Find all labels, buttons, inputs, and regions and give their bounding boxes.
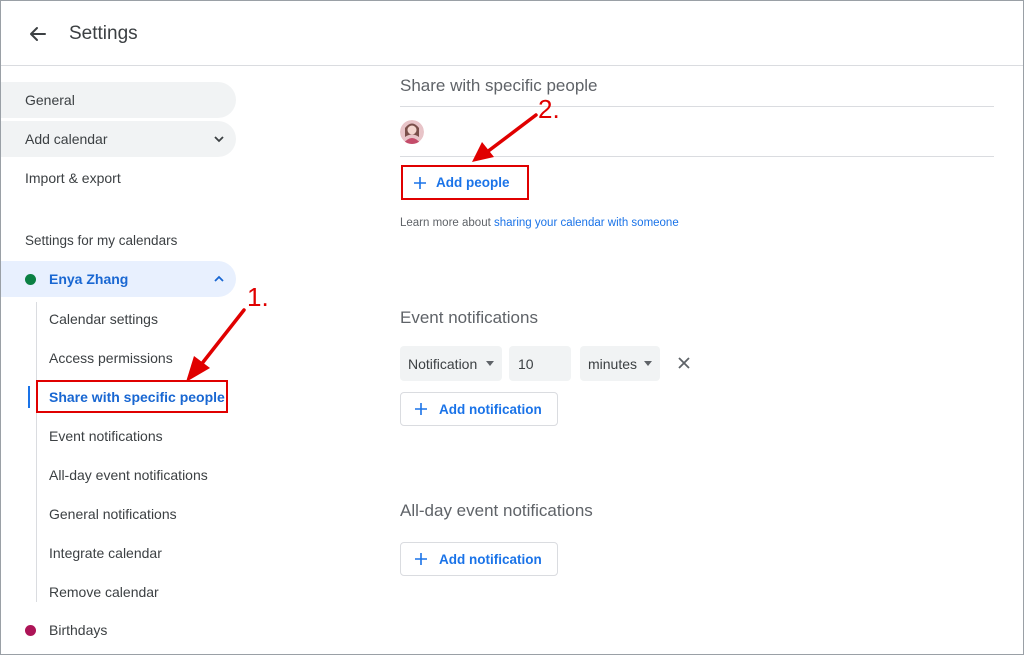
sub-item-all-day-event-notifications[interactable]: All-day event notifications [49,467,208,483]
add-event-notification-button[interactable]: Add notification [400,392,558,426]
notification-amount-input[interactable] [509,346,571,381]
add-notification-label: Add notification [439,551,542,567]
notification-type-value: Notification [408,355,478,372]
sub-item-general-notifications[interactable]: General notifications [49,506,177,522]
sidebar-item-general[interactable]: General [1,82,236,118]
allday-notifications-title: All-day event notifications [400,501,593,520]
close-icon[interactable] [675,354,693,372]
sub-item-remove-calendar[interactable]: Remove calendar [49,584,159,600]
calendar-color-dot [25,624,36,636]
notification-type-select[interactable]: Notification [400,346,502,381]
learn-more-prefix: Learn more about [400,217,494,229]
annotation-step-2: 2. [538,94,560,124]
sidebar-item-add-calendar[interactable]: Add calendar [1,121,236,157]
sub-item-event-notifications[interactable]: Event notifications [49,428,163,444]
annotation-step-1: 1. [247,282,269,312]
plus-icon [415,403,427,415]
section-heading-my-calendars: Settings for my calendars [25,233,178,248]
avatar[interactable] [400,120,424,144]
sidebar-calendar-birthdays[interactable]: Birthdays [1,612,236,648]
event-notifications-title: Event notifications [400,308,538,327]
calendar-name: Enya Zhang [49,271,129,287]
annotation-highlight-share [36,380,228,413]
caret-down-icon [486,361,494,366]
plus-icon [415,553,427,565]
sidebar-item-import-export[interactable]: Import & export [1,160,236,196]
sub-item-calendar-settings[interactable]: Calendar settings [49,311,158,327]
back-button[interactable] [23,19,53,49]
add-notification-label: Add notification [439,401,542,417]
learn-more-text: Learn more about sharing your calendar w… [400,217,679,229]
annotation-highlight-add-people [401,165,529,200]
calendar-name: Birthdays [49,622,108,638]
calendar-color-dot [25,273,36,285]
divider [400,156,994,157]
sidebar-item-label: General [25,92,75,108]
active-indicator [28,386,30,408]
arrow-left-icon [30,27,46,41]
page-title: Settings [69,23,138,44]
notification-unit-value: minutes [588,355,638,372]
sidebar-item-label: Add calendar [25,131,108,147]
sidebar: General Add calendar Import & export Set… [1,66,251,654]
sidebar-calendar-enya-zhang[interactable]: Enya Zhang [1,261,236,297]
tree-line [36,302,37,602]
chevron-up-icon [214,275,224,282]
share-section-title: Share with specific people [400,76,598,95]
notification-unit-select[interactable]: minutes [580,346,660,381]
user-avatar-icon [400,120,424,144]
chevron-down-icon [214,136,224,143]
sub-item-access-permissions[interactable]: Access permissions [49,350,173,366]
header: Settings [1,1,1023,66]
sub-item-integrate-calendar[interactable]: Integrate calendar [49,545,162,561]
learn-more-link[interactable]: sharing your calendar with someone [494,217,679,229]
divider [400,106,994,107]
add-allday-notification-button[interactable]: Add notification [400,542,558,576]
caret-down-icon [644,361,652,366]
main-content: Share with specific people Add people Le… [400,66,1000,654]
sidebar-item-label: Import & export [25,170,121,186]
